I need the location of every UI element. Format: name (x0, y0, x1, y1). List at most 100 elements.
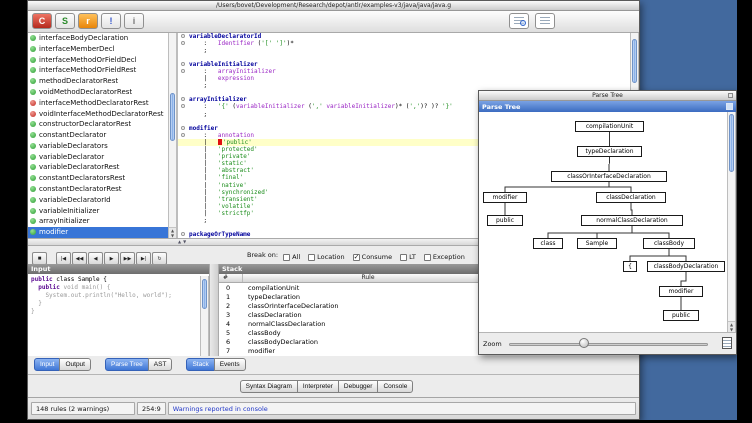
scrollbar-thumb[interactable] (632, 39, 637, 83)
goto-rule-icon[interactable] (535, 13, 555, 29)
rule-list-item[interactable]: interfaceMethodOrFieldDecl (28, 54, 168, 65)
gutter-cell[interactable] (178, 96, 189, 103)
breakpoint-dot-icon[interactable] (181, 62, 185, 66)
tree-node[interactable]: classOrInterfaceDeclaration (551, 171, 667, 182)
breakpoint-dot-icon[interactable] (181, 126, 185, 130)
rule-list-item[interactable]: interfaceMethodDeclaratorRest (28, 97, 168, 108)
tab-console[interactable]: Console (377, 380, 413, 393)
tree-node[interactable]: classBody (643, 238, 695, 249)
checkbox-icon[interactable] (400, 254, 407, 261)
tree-node[interactable]: class (533, 238, 563, 249)
titlebar-widget-icon[interactable] (728, 93, 733, 98)
tree-node[interactable]: modifier (483, 192, 527, 203)
rule-list-item[interactable]: variableDeclaratorRest (28, 162, 168, 173)
tree-node[interactable]: Sample (577, 238, 617, 249)
checkbox-icon[interactable] (308, 254, 315, 261)
splitter-collapse-up-icon[interactable]: ▲ (178, 240, 181, 244)
tree-node[interactable]: typeDeclaration (577, 146, 642, 157)
rule-list-item[interactable]: variableInitializer (28, 205, 168, 216)
gutter-cell[interactable] (178, 132, 189, 139)
check-grammar-icon[interactable]: ! (101, 13, 121, 29)
gutter-cell[interactable] (178, 40, 189, 47)
window-titlebar[interactable]: /Users/bovet/Development/Research/depot/… (28, 1, 639, 11)
gutter-cell[interactable] (178, 61, 189, 68)
breakpoint-dot-icon[interactable] (181, 34, 185, 38)
console-icon[interactable]: C (32, 13, 52, 29)
tab-syntax-diagram[interactable]: Syntax Diagram (240, 380, 298, 393)
checkbox-icon[interactable] (424, 254, 431, 261)
column-number[interactable]: # (219, 274, 243, 282)
breakpoint-option-location[interactable]: Location (308, 253, 345, 261)
rule-list-item[interactable]: interfaceMemberDecl (28, 43, 168, 54)
gutter-cell[interactable] (178, 125, 189, 132)
tree-node[interactable]: normalClassDeclaration (581, 215, 683, 226)
scrollbar-arrows-icon[interactable]: ▲▼ (728, 321, 735, 332)
breakpoint-dot-icon[interactable] (181, 232, 185, 236)
breakpoint-option-lt[interactable]: LT (400, 253, 416, 261)
breakpoint-dot-icon[interactable] (181, 41, 185, 45)
panel-splitter[interactable] (210, 264, 219, 356)
detach-icon[interactable] (726, 103, 733, 110)
rule-list-item[interactable]: arrayInitializer (28, 216, 168, 227)
breakpoint-dot-icon[interactable] (181, 104, 185, 108)
zoom-slider-track[interactable] (509, 343, 708, 346)
parse-tree-canvas[interactable]: compilationUnit typeDeclaration classOrInt… (479, 112, 727, 332)
gutter-cell[interactable] (178, 231, 189, 238)
rule-list-item[interactable]: interfaceMethodOrFieldRest (28, 65, 168, 76)
tab-debugger[interactable]: Debugger (338, 380, 379, 393)
rule-list-item[interactable]: constructorDeclaratorRest (28, 119, 168, 130)
rule-list-item[interactable]: methodDeclaratorRest (28, 76, 168, 87)
rule-list-item[interactable]: modifier (28, 227, 168, 238)
tab-input[interactable]: Input (34, 358, 60, 371)
checkbox-icon[interactable] (353, 254, 360, 261)
tab-stack[interactable]: Stack (186, 358, 214, 371)
gutter-cell[interactable] (178, 68, 189, 75)
breakpoint-dot-icon[interactable] (181, 133, 185, 137)
splitter-collapse-down-icon[interactable]: ▼ (183, 240, 186, 244)
tree-node[interactable]: compilationUnit (575, 121, 644, 132)
tree-scrollbar[interactable]: ▲▼ (727, 112, 736, 332)
rule-list-item[interactable]: variableDeclarator (28, 151, 168, 162)
scrollbar-thumb[interactable] (729, 114, 734, 172)
checkbox-icon[interactable] (283, 254, 290, 261)
rule-list-item[interactable]: variableDeclaratorId (28, 194, 168, 205)
scrollbar-arrows-icon[interactable]: ▲▼ (169, 227, 176, 238)
scrollbar-thumb[interactable] (170, 93, 175, 141)
rule-list-scrollbar[interactable]: ▲▼ (168, 33, 177, 239)
tree-node[interactable]: public (663, 310, 699, 321)
tab-events[interactable]: Events (214, 358, 246, 371)
rule-list-item[interactable]: interfaceBodyDeclaration (28, 33, 168, 44)
find-icon[interactable] (509, 13, 529, 29)
input-text[interactable]: public class Sample { public void main()… (31, 276, 200, 356)
rule-list-item[interactable]: variableDeclarators (28, 141, 168, 152)
tree-node[interactable]: public (487, 215, 523, 226)
tab-interpreter[interactable]: Interpreter (297, 380, 339, 393)
breakpoint-option-exception[interactable]: Exception (424, 253, 465, 261)
rule-list-item[interactable]: constantDeclarator (28, 130, 168, 141)
breakpoint-dot-icon[interactable] (181, 69, 185, 73)
parse-tree-titlebar[interactable]: Parse Tree (479, 91, 736, 101)
rule-list-item[interactable]: constantDeclaratorsRest (28, 173, 168, 184)
breakpoint-dot-icon[interactable] (181, 97, 185, 101)
tab-parse-tree[interactable]: Parse Tree (105, 358, 149, 371)
tree-node[interactable]: classDeclaration (596, 192, 666, 203)
rule-list-item[interactable]: constantDeclaratorRest (28, 184, 168, 195)
export-tree-icon[interactable] (722, 337, 732, 349)
syntax-diagram-icon[interactable]: S (55, 13, 75, 29)
zoom-slider-thumb[interactable] (579, 338, 589, 348)
rule-list-item[interactable]: voidMethodDeclaratorRest (28, 87, 168, 98)
gutter-cell[interactable] (178, 33, 189, 40)
tree-node[interactable]: { (623, 261, 637, 272)
breakpoint-option-all[interactable]: All (283, 253, 300, 261)
ideas-icon[interactable]: i (124, 13, 144, 29)
tree-node[interactable]: modifier (659, 286, 703, 297)
scrollbar-thumb[interactable] (202, 279, 207, 309)
gutter-cell[interactable] (178, 103, 189, 110)
tab-ast[interactable]: AST (148, 358, 173, 371)
input-scrollbar[interactable] (200, 276, 209, 356)
tab-output[interactable]: Output (59, 358, 91, 371)
breakpoint-option-consume[interactable]: Consume (353, 253, 392, 261)
column-rule[interactable]: Rule (243, 274, 493, 282)
rule-icon[interactable]: r (78, 13, 98, 29)
rule-list-item[interactable]: voidInterfaceMethodDeclaratorRest (28, 108, 168, 119)
